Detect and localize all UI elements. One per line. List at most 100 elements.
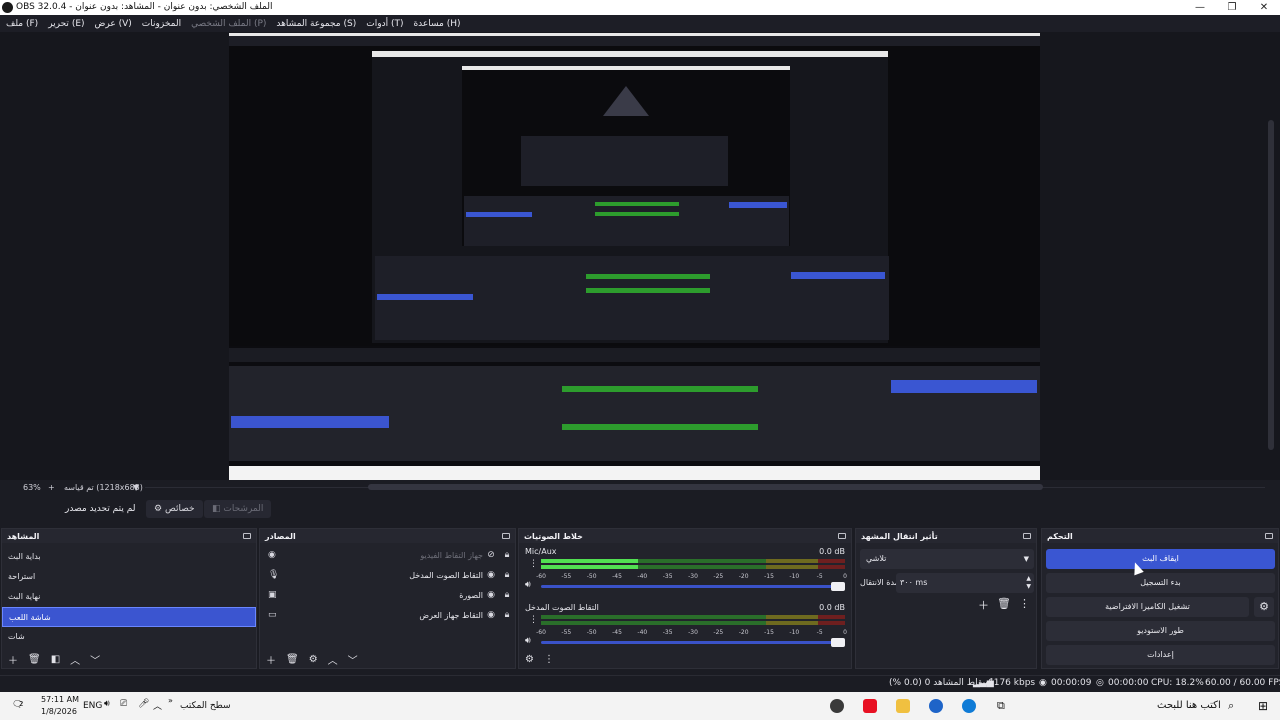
scene-item[interactable]: بداية البث <box>2 547 256 567</box>
desktop-chevron-icon[interactable]: » <box>168 696 173 705</box>
remove-transition-icon[interactable]: 🗑 <box>997 597 1011 613</box>
notifications-count: 2 <box>19 700 24 708</box>
obs-taskbar-icon[interactable] <box>830 699 844 713</box>
file-explorer-icon[interactable] <box>896 699 910 713</box>
channel-menu-icon[interactable]: ⋮ <box>529 559 538 569</box>
move-down-icon[interactable]: ﹀ <box>348 652 358 667</box>
meter-zone <box>817 621 845 625</box>
filters-button[interactable]: ◧ المرشحات <box>204 500 272 518</box>
add-transition-icon[interactable]: ＋ <box>978 597 989 613</box>
menu-scene-collection[interactable]: مجموعة المشاهد (S) <box>276 19 356 29</box>
lock-icon[interactable]: 🔒︎ <box>499 590 515 600</box>
source-row[interactable]: ▭ التقاط جهاز العرض ◉ 🔒︎ <box>260 605 515 625</box>
menu-tools[interactable]: أدوات (T) <box>366 19 403 29</box>
virtual-camera-settings-gear-icon[interactable]: ⚙ <box>1254 597 1274 617</box>
move-up-icon[interactable]: ︿ <box>328 652 338 667</box>
source-row[interactable]: ◉ جهاز التقاط الفيديو ⊘ 🔒︎ <box>260 545 515 565</box>
menu-view[interactable]: عرض (V) <box>95 19 132 29</box>
close-button[interactable]: ✕ <box>1248 0 1280 15</box>
filters-icon[interactable]: ◧ <box>51 654 60 665</box>
clock-time[interactable]: 57:11 AM <box>41 695 79 704</box>
windows-start-icon[interactable]: ⊞ <box>1258 699 1268 713</box>
input-language[interactable]: ENG <box>83 701 102 711</box>
visibility-eye-icon[interactable]: ◉ <box>483 590 499 600</box>
no-source-selected-label: لم يتم تحديد مصدر <box>65 504 136 514</box>
lock-icon[interactable]: 🔒︎ <box>499 570 515 580</box>
properties-button[interactable]: ⚙ خصائص <box>146 500 203 518</box>
meter-zone <box>817 565 845 569</box>
clock-date[interactable]: 1/8/2026 <box>41 707 77 716</box>
duration-input[interactable]: ٣٠٠ ms ▲ ▼ <box>896 573 1034 593</box>
dock-undock-icon[interactable] <box>1023 533 1031 539</box>
menu-edit[interactable]: تحرير (E) <box>48 19 84 29</box>
remove-scene-icon[interactable]: 🗑 <box>28 654 41 665</box>
source-properties-icon[interactable]: ⚙ <box>309 654 318 665</box>
cpu-usage: CPU: 18.2% <box>1151 678 1204 688</box>
scene-item-selected[interactable]: شاشة اللعب <box>2 607 256 627</box>
start-recording-button[interactable]: بدء التسجيل <box>1046 573 1275 593</box>
obs-logo-icon <box>2 2 13 13</box>
dock-undock-icon[interactable] <box>243 533 251 539</box>
scene-item[interactable]: شات <box>2 627 256 647</box>
source-row[interactable]: 🎙︎ التقاط الصوت المدخل ◉ 🔒︎ <box>260 565 515 585</box>
meter-tick-label: -55 <box>561 629 572 636</box>
channel-menu-icon[interactable]: ⋮ <box>529 615 538 625</box>
visibility-hidden-icon[interactable]: ⊘ <box>483 550 499 560</box>
volume-slider[interactable] <box>541 641 845 644</box>
tray-chevron-icon[interactable]: ︿ <box>153 699 162 712</box>
virtual-camera-button[interactable]: تشغيل الكاميرا الافتراضية <box>1046 597 1249 617</box>
restore-button[interactable]: ❐ <box>1216 0 1248 15</box>
taskbar-search-box[interactable]: اكتب هنا للبحث <box>1157 700 1221 711</box>
transitions-dock-header: تأثير انتقال المشهد <box>856 529 1036 543</box>
zoom-level[interactable]: 63% <box>23 483 41 492</box>
transition-select[interactable]: تلاشي ▼ <box>860 549 1034 569</box>
move-up-icon[interactable]: ︿ <box>70 652 80 667</box>
transition-menu-icon[interactable]: ⋮ <box>1019 597 1030 613</box>
menu-profile[interactable]: الملف الشخصي (P) <box>191 19 266 29</box>
zoom-scroll-thumb[interactable] <box>368 484 1043 490</box>
settings-button[interactable]: إعدادات <box>1046 645 1275 665</box>
network-icon: ⎚ <box>120 699 128 709</box>
minimize-button[interactable]: — <box>1184 0 1216 15</box>
preview-canvas[interactable] <box>229 33 1040 488</box>
preview-vertical-scrollbar[interactable] <box>1268 120 1274 450</box>
add-scene-icon[interactable]: ＋ <box>8 652 18 667</box>
menu-file[interactable]: ملف (F) <box>6 19 38 29</box>
move-down-icon[interactable]: ﹀ <box>90 652 100 667</box>
menu-help[interactable]: مساعدة (H) <box>413 19 460 29</box>
source-row[interactable]: ▣ الصورة ◉ 🔒︎ <box>260 585 515 605</box>
window-title-bar: OBS 32.0.4 - الملف الشخصي: بدون عنوان - … <box>0 0 1280 15</box>
desktop-label[interactable]: سطح المكتب <box>180 701 231 711</box>
advanced-audio-icon[interactable]: ⚙ <box>525 654 534 665</box>
browser-icon[interactable] <box>929 699 943 713</box>
spin-arrows-icon[interactable]: ▲ ▼ <box>1026 575 1031 591</box>
zoom-in-button[interactable]: + <box>48 483 55 492</box>
scene-item[interactable]: نهاية البث <box>2 587 256 607</box>
meter-tick-label: -30 <box>688 629 698 636</box>
lock-icon[interactable]: 🔒︎ <box>499 610 515 620</box>
menu-docks[interactable]: المخزونات <box>142 19 181 29</box>
edge-icon[interactable] <box>962 699 976 713</box>
visibility-eye-icon[interactable]: ◉ <box>483 570 499 580</box>
speaker-icon[interactable]: 🔊︎ <box>525 636 531 646</box>
preview-area[interactable] <box>0 32 1280 488</box>
dock-undock-icon[interactable] <box>1265 533 1273 539</box>
zoom-dropdown-icon[interactable]: ▼ <box>133 483 139 492</box>
volume-slider-handle[interactable] <box>831 582 845 591</box>
studio-mode-button[interactable]: طور الاستوديو <box>1046 621 1275 641</box>
dock-undock-icon[interactable] <box>502 533 510 539</box>
stop-streaming-button[interactable]: ايقاف البث <box>1046 549 1275 569</box>
lock-icon[interactable]: 🔒︎ <box>499 550 515 560</box>
add-source-icon[interactable]: ＋ <box>266 652 276 667</box>
volume-slider[interactable] <box>541 585 845 588</box>
visibility-eye-icon[interactable]: ◉ <box>483 610 499 620</box>
task-view-icon[interactable]: ⧉ <box>997 699 1005 713</box>
speaker-icon[interactable]: 🔊︎ <box>525 580 531 590</box>
mixer-menu-icon[interactable]: ⋮ <box>544 654 554 665</box>
store-icon[interactable] <box>863 699 877 713</box>
remove-source-icon[interactable]: 🗑 <box>286 654 299 665</box>
volume-slider-handle[interactable] <box>831 638 845 647</box>
scene-item[interactable]: استراحة <box>2 567 256 587</box>
dock-undock-icon[interactable] <box>838 533 846 539</box>
meter-zone <box>765 615 818 619</box>
